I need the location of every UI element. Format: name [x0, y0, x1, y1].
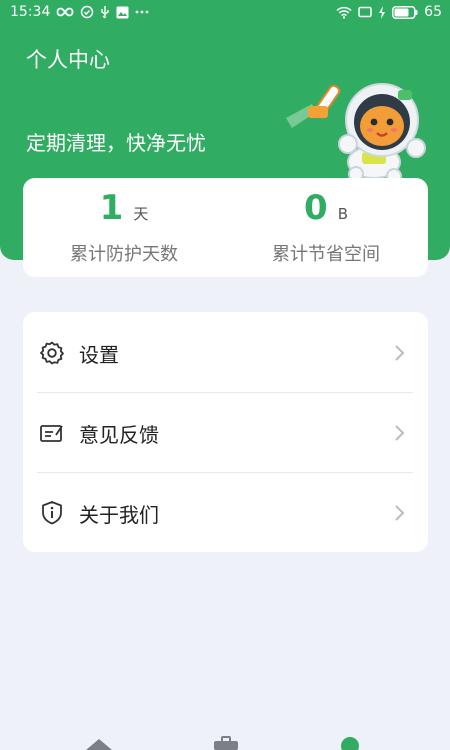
protect-days-unit: 天 — [133, 205, 149, 223]
stat-protect-days: 1天 累计防护天数 — [23, 178, 225, 277]
infinity-icon — [56, 7, 74, 17]
usb-icon — [101, 6, 110, 19]
wifi-icon — [336, 6, 352, 19]
chevron-right-icon — [395, 345, 405, 361]
chevron-right-icon — [395, 505, 405, 521]
screen-icon — [358, 6, 372, 18]
charging-icon — [379, 5, 386, 19]
page-title: 个人中心 — [26, 48, 110, 72]
menu-item-label: 关于我们 — [79, 503, 159, 527]
check-circle-icon — [81, 5, 94, 19]
image-icon — [116, 6, 129, 18]
menu-item-settings[interactable]: 设置 — [23, 312, 428, 392]
menu-item-label: 意见反馈 — [79, 423, 159, 447]
saved-space-label: 累计节省空间 — [272, 244, 380, 265]
menu-item-label: 设置 — [79, 343, 119, 367]
toolbox-icon[interactable] — [212, 736, 240, 750]
stats-card: 1天 累计防护天数 0B 累计节省空间 — [23, 178, 428, 277]
saved-space-value: 0 — [304, 188, 328, 228]
profile-icon[interactable] — [340, 736, 360, 750]
menu-item-about-us[interactable]: 关于我们 — [23, 472, 428, 552]
saved-space-unit: B — [337, 205, 348, 223]
protect-days-label: 累计防护天数 — [70, 244, 178, 265]
stat-saved-space: 0B 累计节省空间 — [225, 178, 427, 277]
header-slogan: 定期清理，快净无忧 — [26, 131, 206, 155]
menu-item-feedback[interactable]: 意见反馈 — [23, 392, 428, 472]
battery-icon — [392, 5, 418, 19]
status-time: 15:34 — [10, 4, 51, 20]
shield-info-icon — [42, 501, 62, 525]
gear-icon — [40, 341, 64, 365]
chevron-right-icon — [395, 425, 405, 441]
menu-card: 设置 意见反馈 关于我们 — [23, 312, 428, 552]
status-bar: 15:34 65 — [0, 0, 450, 26]
robot-mascot-illustration — [286, 83, 426, 182]
home-icon[interactable] — [84, 736, 114, 750]
feedback-icon — [40, 425, 63, 442]
bottom-tab-bar — [0, 730, 450, 750]
battery-level: 65 — [424, 4, 442, 20]
protect-days-value: 1 — [99, 188, 124, 228]
more-icon — [135, 10, 149, 14]
